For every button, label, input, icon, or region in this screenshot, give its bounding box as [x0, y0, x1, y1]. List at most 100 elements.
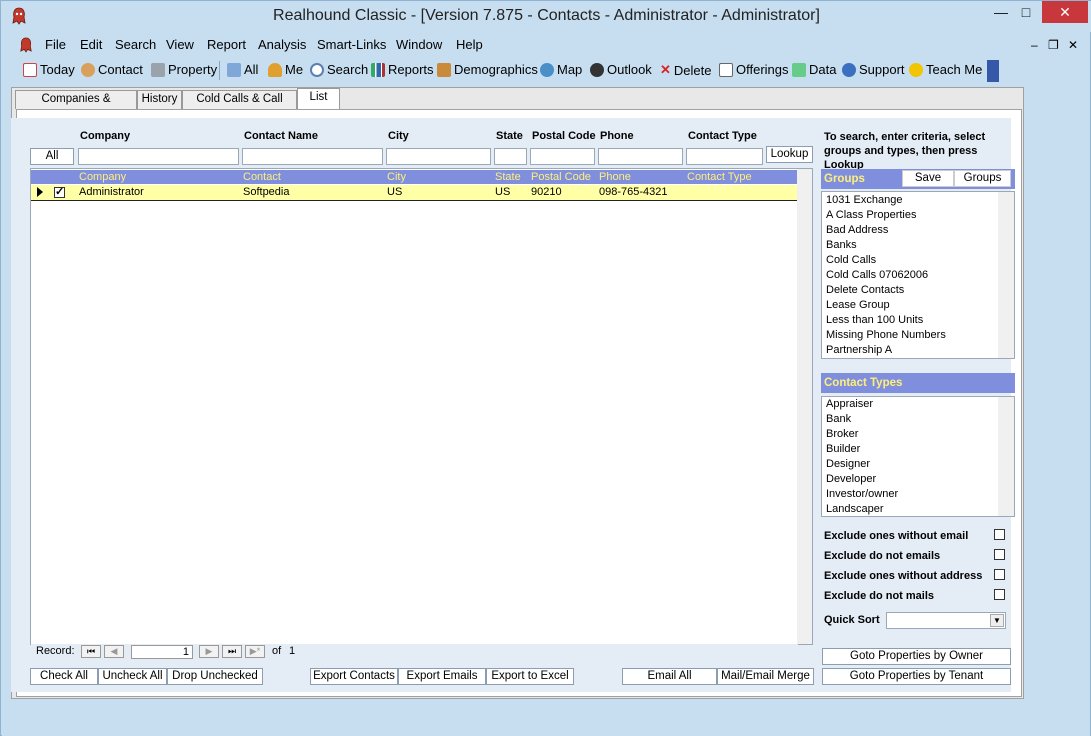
export-contacts-button[interactable]: Export Contacts: [310, 668, 398, 685]
table-row[interactable]: Administrator Softpedia US US 90210 098-…: [31, 185, 798, 201]
grid-scrollbar[interactable]: [797, 169, 812, 644]
mdi-restore-button[interactable]: ❐: [1048, 38, 1059, 52]
quick-sort-select[interactable]: ▼: [886, 612, 1006, 629]
toolbar-delete-button[interactable]: ✕ Delete: [660, 62, 711, 78]
tab-cold-calls[interactable]: Cold Calls & Call Lists: [182, 90, 297, 122]
menu-window[interactable]: Window: [396, 37, 442, 52]
list-item[interactable]: A Class Properties: [826, 209, 916, 221]
toolbar-outlook-button[interactable]: Outlook: [590, 62, 652, 77]
goto-properties-by-tenant-button[interactable]: Goto Properties by Tenant: [822, 668, 1011, 685]
exclude-no-address-checkbox[interactable]: [994, 569, 1005, 580]
toolbar-all-button[interactable]: All: [227, 62, 258, 77]
toolbar-map-button[interactable]: Map: [540, 62, 582, 77]
state-filter-input[interactable]: [494, 148, 527, 165]
check-all-button[interactable]: Check All: [30, 668, 98, 685]
list-item[interactable]: Missing Phone Numbers: [826, 329, 946, 341]
column-header-contact-type[interactable]: Contact Type: [687, 170, 752, 184]
menu-search[interactable]: Search: [115, 37, 156, 52]
list-item[interactable]: Landscaper: [826, 503, 884, 515]
column-header-contact[interactable]: Contact: [243, 170, 281, 184]
menu-help[interactable]: Help: [456, 37, 483, 52]
uncheck-all-button[interactable]: Uncheck All: [98, 668, 167, 685]
menu-analysis[interactable]: Analysis: [258, 37, 306, 52]
menu-view[interactable]: View: [166, 37, 194, 52]
menu-smart-links[interactable]: Smart-Links: [317, 37, 386, 52]
first-record-button[interactable]: ⏮: [81, 645, 101, 658]
list-item[interactable]: Bank: [826, 413, 851, 425]
company-filter-input[interactable]: [78, 148, 239, 165]
city-filter-input[interactable]: [386, 148, 491, 165]
list-item[interactable]: Broker: [826, 428, 858, 440]
export-emails-button[interactable]: Export Emails: [398, 668, 486, 685]
groups-scrollbar[interactable]: [998, 192, 1014, 358]
email-all-button[interactable]: Email All: [622, 668, 717, 685]
list-item[interactable]: Designer: [826, 458, 870, 470]
toolbar-teach-me-button[interactable]: Teach Me: [909, 62, 982, 77]
drop-unchecked-button[interactable]: Drop Unchecked: [167, 668, 263, 685]
contact-types-scrollbar[interactable]: [998, 397, 1014, 516]
mdi-close-button[interactable]: ✕: [1068, 38, 1078, 52]
next-record-button[interactable]: ▶: [199, 645, 219, 658]
column-header-phone[interactable]: Phone: [599, 170, 631, 184]
toolbar-property-button[interactable]: Property: [151, 62, 217, 77]
list-item[interactable]: Banks: [826, 239, 857, 251]
list-item[interactable]: Partnership A: [826, 344, 892, 356]
last-record-button[interactable]: ⏭: [222, 645, 242, 658]
list-item[interactable]: Delete Contacts: [826, 284, 904, 296]
toolbar-me-button[interactable]: Me: [268, 62, 303, 77]
tab-list[interactable]: List: [297, 88, 340, 110]
list-item[interactable]: Less than 100 Units: [826, 314, 923, 326]
close-button[interactable]: ✕: [1042, 1, 1088, 23]
toolbar-support-button[interactable]: Support: [842, 62, 905, 77]
groups-button[interactable]: Groups: [954, 170, 1011, 187]
lookup-button[interactable]: Lookup: [766, 146, 813, 163]
list-item[interactable]: Lease Group: [826, 299, 890, 311]
list-item[interactable]: Developer: [826, 473, 876, 485]
postal-code-filter-input[interactable]: [530, 148, 595, 165]
toolbar-overflow-button[interactable]: [987, 60, 999, 82]
all-button[interactable]: All: [30, 148, 74, 165]
toolbar-offerings-button[interactable]: Offerings: [719, 62, 789, 77]
list-item[interactable]: 1031 Exchange: [826, 194, 902, 206]
contact-type-filter-input[interactable]: [686, 148, 763, 165]
menu-file[interactable]: File: [45, 37, 66, 52]
row-checkbox[interactable]: [54, 185, 65, 198]
tab-history[interactable]: History: [137, 90, 182, 109]
export-excel-button[interactable]: Export to Excel: [486, 668, 574, 685]
menu-edit[interactable]: Edit: [80, 37, 102, 52]
toolbar-search-button[interactable]: Search: [310, 62, 368, 77]
record-number-input[interactable]: 1: [131, 645, 193, 659]
maximize-button[interactable]: □: [1016, 1, 1036, 23]
column-header-city[interactable]: City: [387, 170, 406, 184]
mail-merge-button[interactable]: Mail/Email Merge: [717, 668, 814, 685]
groups-list[interactable]: 1031 Exchange A Class Properties Bad Add…: [821, 191, 1015, 359]
column-header-postal-code[interactable]: Postal Code: [531, 170, 591, 184]
toolbar-data-button[interactable]: Data: [792, 62, 836, 77]
contact-types-list[interactable]: Appraiser Bank Broker Builder Designer D…: [821, 396, 1015, 517]
list-item[interactable]: Cold Calls 07062006: [826, 269, 928, 281]
minimize-button[interactable]: —: [991, 1, 1011, 23]
toolbar-today-button[interactable]: Today: [23, 62, 75, 77]
toolbar-contact-button[interactable]: Contact: [81, 62, 143, 77]
new-record-button[interactable]: ▶*: [245, 645, 265, 658]
list-item[interactable]: Appraiser: [826, 398, 873, 410]
list-item[interactable]: Bad Address: [826, 224, 888, 236]
phone-filter-input[interactable]: [598, 148, 683, 165]
menu-report[interactable]: Report: [207, 37, 246, 52]
exclude-do-not-emails-checkbox[interactable]: [994, 549, 1005, 560]
groups-save-button[interactable]: Save: [902, 170, 954, 187]
goto-properties-by-owner-button[interactable]: Goto Properties by Owner: [822, 648, 1011, 665]
list-item[interactable]: Builder: [826, 443, 860, 455]
toolbar-reports-button[interactable]: Reports: [371, 62, 434, 77]
previous-record-button[interactable]: ◀: [104, 645, 124, 658]
tab-companies-contacts[interactable]: Companies & Contacts: [15, 90, 137, 122]
list-item[interactable]: Investor/owner: [826, 488, 898, 500]
exclude-no-email-checkbox[interactable]: [994, 529, 1005, 540]
contact-name-filter-input[interactable]: [242, 148, 383, 165]
exclude-do-not-mails-checkbox[interactable]: [994, 589, 1005, 600]
toolbar-demographics-button[interactable]: Demographics: [437, 62, 538, 77]
mdi-minimize-button[interactable]: –: [1031, 38, 1038, 52]
column-header-state[interactable]: State: [495, 170, 521, 184]
column-header-company[interactable]: Company: [79, 170, 126, 184]
list-item[interactable]: Cold Calls: [826, 254, 876, 266]
